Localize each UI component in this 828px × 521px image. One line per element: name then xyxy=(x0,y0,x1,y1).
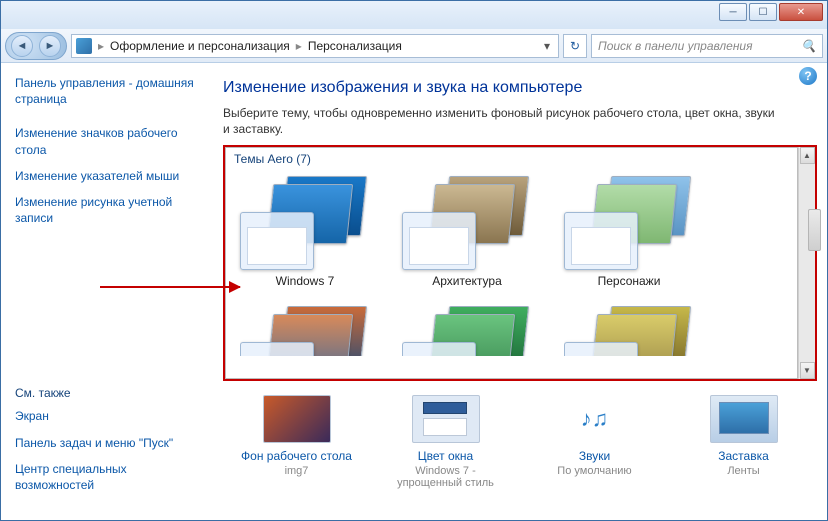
scrollbar[interactable]: ▲ ▼ xyxy=(798,147,815,379)
sidebar-link[interactable]: Изменение рисунка учетной записи xyxy=(15,194,203,226)
theme-thumb xyxy=(402,176,532,270)
bottom-row: Фон рабочего стола img7 Цвет окна Window… xyxy=(223,381,817,489)
page-subtitle: Выберите тему, чтобы одновременно измени… xyxy=(223,105,783,137)
screensaver-value: Ленты xyxy=(688,465,799,477)
themes-panel-highlight: Темы Aero (7) Windows 7 xyxy=(223,145,817,381)
theme-label: Windows 7 xyxy=(240,274,370,288)
screensaver-item[interactable]: Заставка Ленты xyxy=(688,395,799,477)
help-icon[interactable]: ? xyxy=(799,67,817,85)
window-color-icon xyxy=(412,395,480,443)
sidebar: Панель управления - домашняя страница Из… xyxy=(1,63,217,520)
window: ─ ☐ ✕ ◄ ► ▸ Оформление и персонализация … xyxy=(0,0,828,521)
refresh-button[interactable]: ↻ xyxy=(563,34,587,58)
main: ? Изменение изображения и звука на компь… xyxy=(217,63,827,520)
navbar: ◄ ► ▸ Оформление и персонализация ▸ Перс… xyxy=(1,29,827,63)
theme-label: Архитектура xyxy=(402,274,532,288)
themes-scroll-area: Темы Aero (7) Windows 7 xyxy=(225,147,798,379)
theme-thumb xyxy=(240,306,370,356)
sounds-link[interactable]: Звуки xyxy=(539,449,650,463)
scroll-thumb[interactable] xyxy=(808,209,821,251)
theme-item[interactable] xyxy=(564,306,694,356)
window-color-item[interactable]: Цвет окна Windows 7 - упрощенный стиль xyxy=(390,395,501,489)
maximize-button[interactable]: ☐ xyxy=(749,3,777,21)
desktop-background-link[interactable]: Фон рабочего стола xyxy=(241,449,352,463)
nav-back-forward: ◄ ► xyxy=(5,32,67,60)
sidebar-home-link[interactable]: Панель управления - домашняя страница xyxy=(15,75,203,107)
sidebar-see-also-link[interactable]: Центр специальных возможностей xyxy=(15,461,203,493)
titlebar: ─ ☐ ✕ xyxy=(1,1,827,29)
themes-grid: Windows 7 Архитектура xyxy=(226,170,797,362)
body: Панель управления - домашняя страница Из… xyxy=(1,63,827,520)
theme-item[interactable]: Windows 7 xyxy=(240,176,370,288)
scroll-down-button[interactable]: ▼ xyxy=(800,362,815,379)
window-color-value: Windows 7 - упрощенный стиль xyxy=(390,465,501,489)
page-title: Изменение изображения и звука на компьют… xyxy=(223,79,817,97)
theme-item[interactable] xyxy=(402,306,532,356)
desktop-background-value: img7 xyxy=(241,465,352,477)
window-color-link[interactable]: Цвет окна xyxy=(390,449,501,463)
screensaver-link[interactable]: Заставка xyxy=(688,449,799,463)
chevron-right-icon: ▸ xyxy=(292,39,306,53)
sidebar-see-also-link[interactable]: Экран xyxy=(15,408,203,424)
chevron-right-icon: ▸ xyxy=(94,39,108,53)
theme-thumb xyxy=(564,176,694,270)
desktop-background-icon xyxy=(263,395,331,443)
breadcrumb-seg[interactable]: Персонализация xyxy=(308,39,402,53)
see-also-header: См. также xyxy=(15,386,203,400)
search-input[interactable]: Поиск в панели управления 🔍 xyxy=(591,34,823,58)
minimize-button[interactable]: ─ xyxy=(719,3,747,21)
search-icon: 🔍 xyxy=(801,39,816,53)
theme-item[interactable]: Архитектура xyxy=(402,176,532,288)
sounds-value: По умолчанию xyxy=(539,465,650,477)
search-placeholder: Поиск в панели управления xyxy=(598,39,753,53)
sounds-icon: ♪♫ xyxy=(561,395,629,443)
breadcrumb-seg[interactable]: Оформление и персонализация xyxy=(110,39,290,53)
control-panel-icon xyxy=(76,38,92,54)
breadcrumb-dropdown-icon[interactable]: ▾ xyxy=(540,39,554,53)
sidebar-link[interactable]: Изменение указателей мыши xyxy=(15,168,203,184)
annotation-arrow xyxy=(100,286,240,288)
theme-thumb xyxy=(240,176,370,270)
close-button[interactable]: ✕ xyxy=(779,3,823,21)
scroll-up-button[interactable]: ▲ xyxy=(800,147,815,164)
breadcrumb[interactable]: ▸ Оформление и персонализация ▸ Персонал… xyxy=(71,34,559,58)
desktop-background-item[interactable]: Фон рабочего стола img7 xyxy=(241,395,352,477)
sounds-item[interactable]: ♪♫ Звуки По умолчанию xyxy=(539,395,650,477)
theme-item[interactable]: Персонажи xyxy=(564,176,694,288)
screensaver-icon xyxy=(710,395,778,443)
theme-item[interactable] xyxy=(240,306,370,356)
forward-button[interactable]: ► xyxy=(39,35,61,57)
theme-label: Персонажи xyxy=(564,274,694,288)
theme-thumb xyxy=(402,306,532,356)
sidebar-see-also-link[interactable]: Панель задач и меню "Пуск" xyxy=(15,435,203,451)
theme-thumb xyxy=(564,306,694,356)
back-button[interactable]: ◄ xyxy=(11,35,33,57)
sidebar-link[interactable]: Изменение значков рабочего стола xyxy=(15,125,203,157)
theme-group-header: Темы Aero (7) xyxy=(226,148,797,170)
